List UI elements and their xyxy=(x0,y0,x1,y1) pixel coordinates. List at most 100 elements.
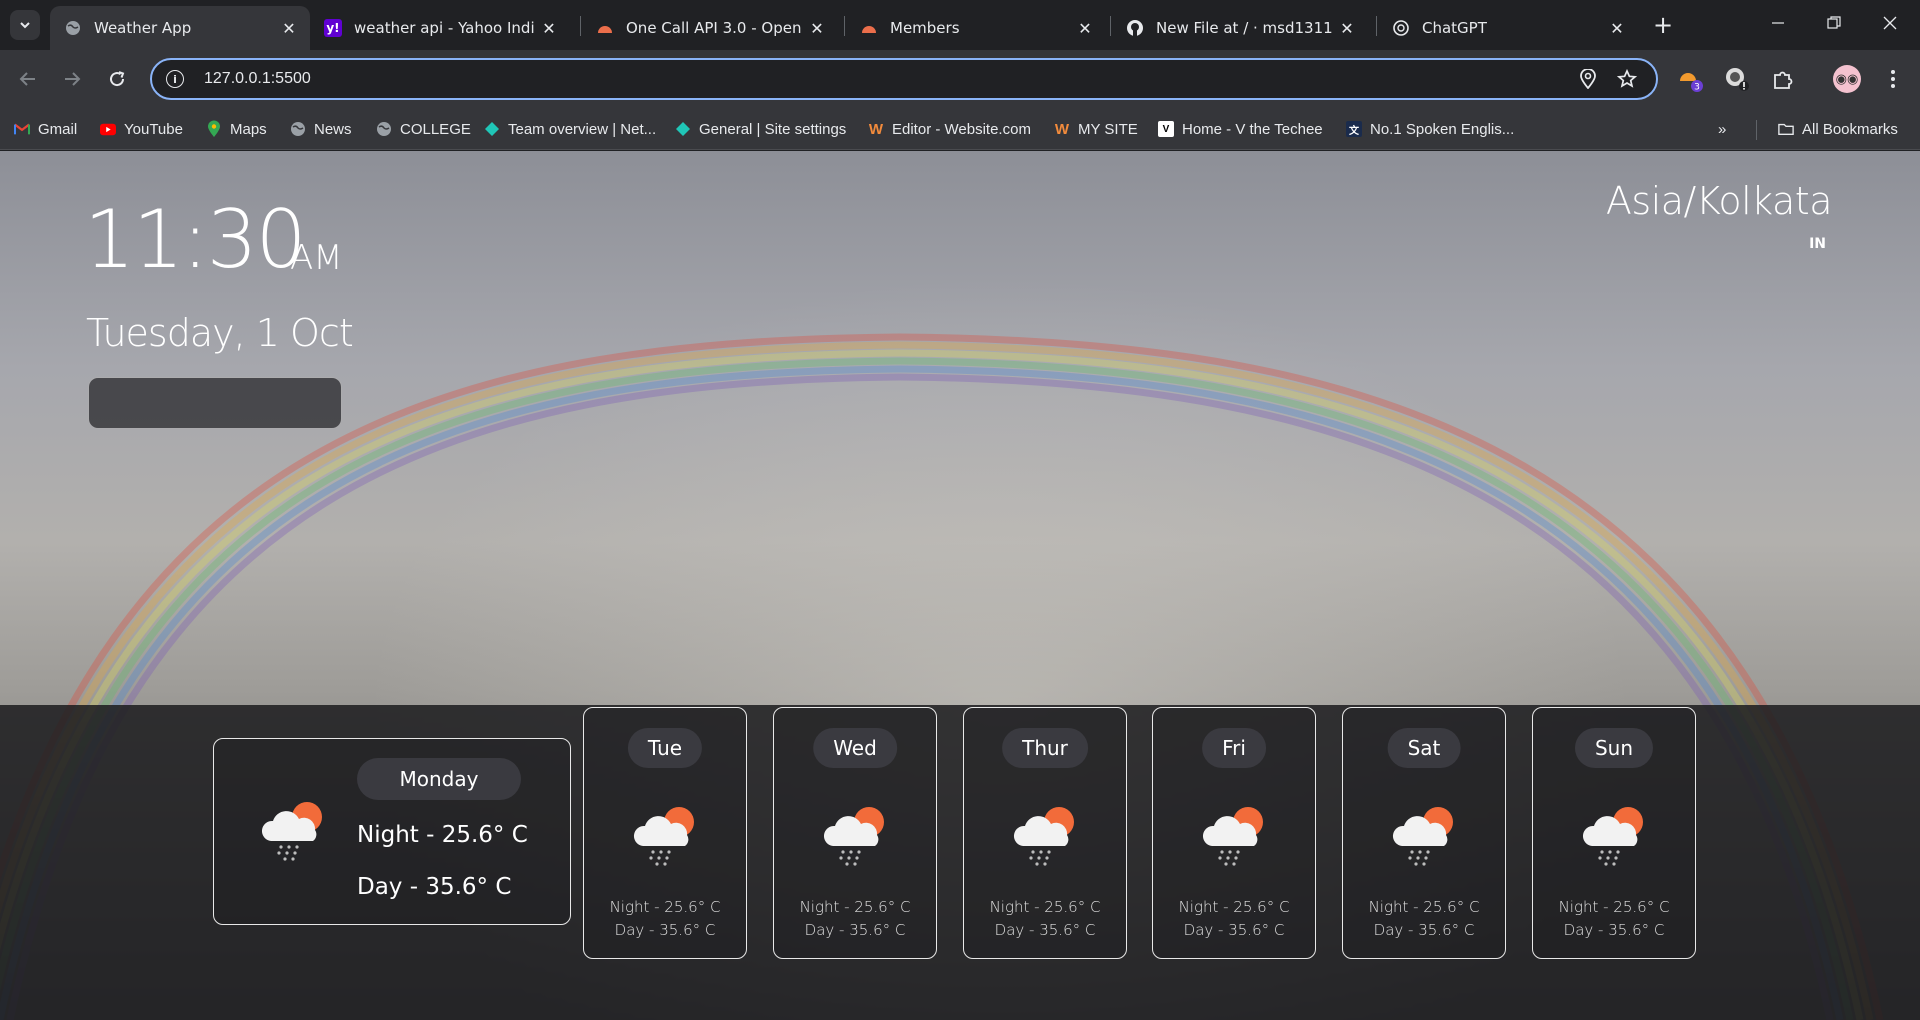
tab-chatgpt[interactable]: ChatGPT ✕ xyxy=(1378,6,1638,50)
netlify-icon xyxy=(484,121,500,137)
forecast-card: Wed Night - 25.6° C Day - 35.6° C xyxy=(773,707,937,959)
day-name-pill: Sat xyxy=(1387,728,1461,768)
close-icon[interactable]: ✕ xyxy=(280,19,298,38)
night-temperature: Night - 25.6° C xyxy=(1368,898,1480,916)
close-icon[interactable]: ✕ xyxy=(1338,19,1356,38)
forecast-card: Sat Night - 25.6° C Day - 35.6° C xyxy=(1342,707,1506,959)
day-name-pill: Fri xyxy=(1202,728,1266,768)
tab-title: Weather App xyxy=(94,19,192,37)
bookmark-v-the-techee[interactable]: V Home - V the Techee xyxy=(1158,108,1323,150)
close-icon xyxy=(1883,16,1897,30)
close-icon[interactable]: ✕ xyxy=(1608,19,1626,38)
bookmark-college[interactable]: COLLEGE xyxy=(376,108,471,150)
plus-icon: + xyxy=(1652,11,1674,39)
tab-weather-app[interactable]: Weather App ✕ xyxy=(50,6,310,50)
back-button[interactable] xyxy=(12,63,44,95)
v-icon: V xyxy=(1158,121,1174,137)
day-temperature: Day - 35.6° C xyxy=(1373,921,1475,939)
gmail-icon xyxy=(14,121,30,137)
bookmark-netlify-settings[interactable]: General | Site settings xyxy=(675,108,846,150)
arrow-right-icon xyxy=(65,72,81,86)
forecast-panel: Monday Night - 25.6° C Day - 35.6° C Tue… xyxy=(0,705,1920,1020)
extensions-puzzle-icon[interactable] xyxy=(1768,64,1798,94)
more-bookmarks-button[interactable]: » xyxy=(1718,108,1726,150)
chatgpt-icon xyxy=(1392,19,1410,37)
cloud-sun-rain-icon xyxy=(1013,807,1074,866)
bookmarks-bar: Gmail YouTube Maps News COLLEGE Team ove… xyxy=(0,108,1920,150)
netlify-icon xyxy=(675,121,691,137)
star-icon[interactable] xyxy=(1614,66,1640,92)
address-bar[interactable]: i 127.0.0.1:5500 xyxy=(150,58,1658,100)
w-icon: W xyxy=(1054,120,1070,138)
tab-github[interactable]: New File at / · msd131102/ ✕ xyxy=(1112,6,1368,50)
restore-button[interactable] xyxy=(1806,0,1862,46)
new-tab-button[interactable]: + xyxy=(1648,10,1678,40)
tab-search-button[interactable] xyxy=(10,10,40,40)
helmet-extension-icon[interactable] xyxy=(1722,64,1752,94)
all-bookmarks-button[interactable]: All Bookmarks xyxy=(1778,108,1898,150)
profile-avatar[interactable]: ◉◉ xyxy=(1833,65,1861,93)
w-icon: W xyxy=(868,120,884,138)
tab-members[interactable]: Members ✕ xyxy=(846,6,1106,50)
forecast-card: Sun Night - 25.6° C Day - 35.6° C xyxy=(1532,707,1696,959)
bookmark-website-editor[interactable]: W Editor - Website.com xyxy=(868,108,1031,150)
cloud-sun-rain-icon xyxy=(261,802,322,861)
tab-openweather[interactable]: One Call API 3.0 - OpenWe ✕ xyxy=(582,6,838,50)
close-icon[interactable]: ✕ xyxy=(540,19,558,38)
arrow-left-icon xyxy=(19,72,35,86)
reload-icon xyxy=(110,71,125,87)
bookmark-maps[interactable]: Maps xyxy=(206,108,267,150)
day-temperature: Day - 35.6° C xyxy=(1563,921,1665,939)
current-time: 11:30 xyxy=(84,193,307,286)
bookmark-label: General | Site settings xyxy=(699,120,847,138)
minimize-button[interactable] xyxy=(1750,0,1806,46)
bookmark-gmail[interactable]: Gmail xyxy=(14,108,77,150)
tab-separator xyxy=(580,16,581,36)
translate-icon: 文 xyxy=(1346,121,1362,137)
day-name-pill: Sun xyxy=(1574,728,1654,768)
bookmark-news[interactable]: News xyxy=(290,108,352,150)
openweather-icon xyxy=(596,19,614,37)
info-icon[interactable]: i xyxy=(166,70,184,88)
day-name-pill: Tue xyxy=(627,728,703,768)
extension-badge: 3 xyxy=(1694,83,1700,93)
bookmark-label: Maps xyxy=(230,120,267,138)
tab-separator xyxy=(1376,16,1377,36)
reload-button[interactable] xyxy=(101,63,133,95)
forecast-card: Fri Night - 25.6° C Day - 35.6° C xyxy=(1152,707,1316,959)
bookmark-spoken-english[interactable]: 文 No.1 Spoken Englis... xyxy=(1346,108,1514,150)
location-icon[interactable] xyxy=(1575,66,1601,92)
day-temperature: Day - 35.6° C xyxy=(357,874,512,900)
night-temperature: Night - 25.6° C xyxy=(1558,898,1670,916)
close-window-button[interactable] xyxy=(1862,0,1918,46)
all-bookmarks-label: All Bookmarks xyxy=(1802,120,1898,138)
bookmark-youtube[interactable]: YouTube xyxy=(100,108,183,150)
forecast-card: Thur Night - 25.6° C Day - 35.6° C xyxy=(963,707,1127,959)
tab-yahoo[interactable]: y! weather api - Yahoo India S ✕ xyxy=(310,6,570,50)
tab-title: weather api - Yahoo India S xyxy=(354,19,534,37)
bookmark-label: Home - V the Techee xyxy=(1182,120,1323,138)
day-name-pill: Monday xyxy=(357,758,521,800)
weather-extension-icon[interactable]: 3 xyxy=(1676,64,1706,94)
tab-title: One Call API 3.0 - OpenWe xyxy=(626,19,802,37)
bookmark-netlify-team[interactable]: Team overview | Net... xyxy=(484,108,656,150)
maps-icon xyxy=(206,120,222,137)
forward-button[interactable] xyxy=(56,63,88,95)
timezone-label: Asia/Kolkata xyxy=(1605,179,1833,223)
close-icon[interactable]: ✕ xyxy=(1076,19,1094,38)
chevron-double-right-icon: » xyxy=(1718,120,1727,138)
day-name-pill: Thur xyxy=(1002,728,1088,768)
bookmark-label: Gmail xyxy=(38,120,78,138)
country-code: IN xyxy=(1809,236,1826,252)
bookmark-label: No.1 Spoken Englis... xyxy=(1370,120,1515,138)
day-temperature: Day - 35.6° C xyxy=(804,921,906,939)
bookmark-label: COLLEGE xyxy=(400,120,471,138)
chevron-down-icon xyxy=(20,22,30,29)
day-temperature: Day - 35.6° C xyxy=(614,921,716,939)
globe-icon xyxy=(290,121,306,137)
menu-kebab-icon[interactable] xyxy=(1878,64,1908,94)
weather-app-page: 11:30 AM Tuesday, 1 Oct Asia/Kolkata IN … xyxy=(0,151,1920,1020)
day-temperature: Day - 35.6° C xyxy=(1183,921,1285,939)
bookmark-my-site[interactable]: W MY SITE xyxy=(1054,108,1138,150)
close-icon[interactable]: ✕ xyxy=(808,19,826,38)
